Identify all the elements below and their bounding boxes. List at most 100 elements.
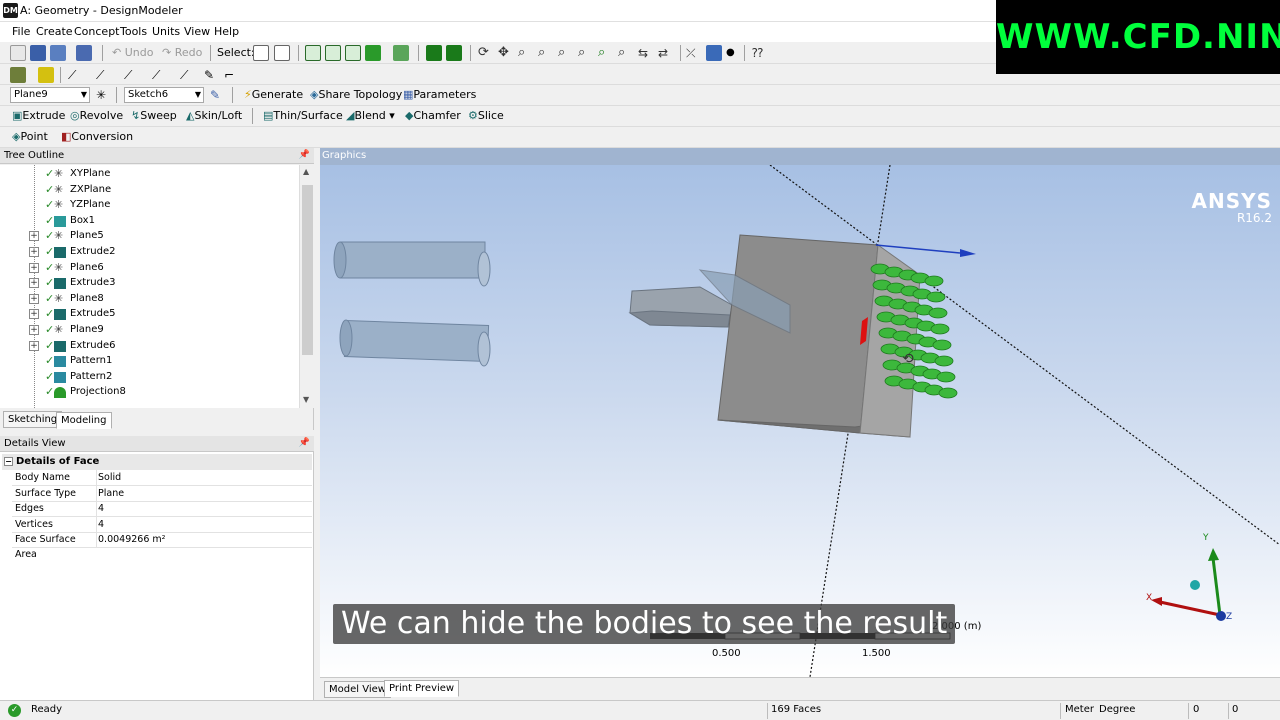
expand-icon[interactable]: +	[29, 262, 39, 273]
details-row[interactable]: Vertices 4	[12, 516, 312, 533]
tree-item[interactable]: ✓ ✳ YZPlane	[0, 198, 300, 213]
select-all-icon[interactable]	[426, 45, 442, 61]
tree-item[interactable]: ✓ Box1	[0, 214, 300, 229]
select-type-icon[interactable]	[274, 45, 290, 61]
box-select-icon[interactable]	[446, 45, 462, 61]
extrude-button[interactable]: ▣Extrude	[12, 109, 65, 122]
details-row[interactable]: Edges 4	[12, 501, 312, 518]
generate-button[interactable]: ⚡Generate	[244, 88, 303, 101]
constraint-tool-icon[interactable]: ⌐	[224, 67, 240, 83]
select-face-icon[interactable]	[345, 45, 361, 61]
tree-item[interactable]: ✓ ✳ XYPlane	[0, 167, 300, 182]
revolve-button[interactable]: ◎Revolve	[70, 109, 123, 122]
graphics-viewport[interactable]: ⟲ ANSYS R16.2 2.000 (m) 0.500 1.500 Y X …	[320, 165, 1280, 677]
display-mode-icon[interactable]	[706, 45, 722, 61]
menu-help[interactable]: Help	[214, 25, 239, 38]
menu-file[interactable]: File	[12, 25, 30, 38]
tree-item[interactable]: + ✓ ✳ Plane9	[0, 323, 300, 338]
slice-button[interactable]: ⚙Slice	[468, 109, 504, 122]
zoom-icon[interactable]: ⌕	[518, 45, 534, 61]
tree-item[interactable]: + ✓ Extrude3	[0, 276, 300, 291]
chamfer-button[interactable]: ◆Chamfer	[405, 109, 461, 122]
spline-tool-icon[interactable]: ⟋	[180, 67, 196, 83]
expand-icon[interactable]: +	[29, 309, 39, 320]
color-icon[interactable]	[10, 67, 26, 83]
new-plane-icon[interactable]: ✳	[96, 87, 112, 103]
zoom-fit-icon[interactable]: ⌕	[558, 45, 574, 61]
pin-icon[interactable]: 📌	[299, 436, 310, 451]
rotate-icon[interactable]: ⟳	[478, 45, 494, 61]
point-button[interactable]: ◈Point	[12, 130, 48, 143]
help-icon[interactable]: ⁇	[752, 45, 768, 61]
menu-concept[interactable]: Concept	[74, 25, 120, 38]
zoom-selection-icon[interactable]: ⌕	[598, 45, 614, 61]
tab-modeling[interactable]: Modeling	[56, 412, 112, 429]
expand-icon[interactable]: +	[29, 340, 39, 351]
dimension-tool-icon[interactable]: ✎	[204, 67, 220, 83]
expand-icon[interactable]: +	[29, 278, 39, 289]
share-topology-button[interactable]: ◈Share Topology	[310, 88, 402, 101]
display-toggle-icon[interactable]	[38, 67, 54, 83]
tree-item[interactable]: ✓ Projection8	[0, 385, 300, 400]
new-icon[interactable]	[10, 45, 26, 61]
menu-tools[interactable]: Tools	[120, 25, 147, 38]
menu-view[interactable]: View	[184, 25, 210, 38]
tree-item[interactable]: ✓ ✳ ZXPlane	[0, 183, 300, 198]
thin-surface-button[interactable]: ▤Thin/Surface	[263, 109, 343, 122]
sketch-dropdown[interactable]: Sketch6 ▼	[124, 87, 204, 103]
zoom-extents-icon[interactable]: ⌕	[578, 45, 594, 61]
details-section[interactable]: − Details of Face	[2, 454, 312, 470]
extend-selection-icon[interactable]	[393, 45, 409, 61]
menu-create[interactable]: Create	[36, 25, 73, 38]
tree-item[interactable]: + ✓ Extrude2	[0, 245, 300, 260]
line-tool-icon[interactable]: ⟋	[68, 67, 84, 83]
expand-icon[interactable]: +	[29, 325, 39, 335]
details-row[interactable]: Face Surface Area 0.0049266 m²	[12, 532, 312, 560]
pan-icon[interactable]: ✥	[498, 45, 514, 61]
parameters-button[interactable]: ▦Parameters	[403, 88, 476, 101]
tree-item[interactable]: + ✓ ✳ Plane8	[0, 292, 300, 307]
pin-icon[interactable]: 📌	[299, 148, 310, 163]
tree-item[interactable]: + ✓ Extrude6	[0, 339, 300, 354]
zoom-box-icon[interactable]: ⌕	[538, 45, 554, 61]
blend-button[interactable]: ◢Blend ▾	[346, 109, 395, 122]
tree-item[interactable]: + ✓ ✳ Plane6	[0, 261, 300, 276]
tree-item[interactable]: + ✓ ✳ Plane5	[0, 229, 300, 244]
tab-model-view[interactable]: Model View	[324, 681, 391, 698]
magnifier-icon[interactable]: ⌕	[618, 45, 634, 61]
select-edge-icon[interactable]	[325, 45, 341, 61]
undo-button[interactable]: ↶ Undo	[112, 46, 153, 59]
tab-sketching[interactable]: Sketching	[3, 411, 63, 428]
details-row[interactable]: Surface Type Plane	[12, 485, 312, 502]
arc-tool-icon[interactable]: ⟋	[152, 67, 168, 83]
redo-button[interactable]: ↷ Redo	[162, 46, 202, 59]
conversion-button[interactable]: ◧Conversion	[61, 130, 133, 143]
curve-tool-icon[interactable]: ⟋	[124, 67, 140, 83]
point-display-icon[interactable]: ●	[726, 45, 742, 61]
tree-item[interactable]: ✓ Pattern2	[0, 370, 300, 385]
fin	[926, 291, 946, 303]
view-previous-icon[interactable]: ⇆	[638, 45, 654, 61]
expand-icon[interactable]: +	[29, 247, 39, 257]
screenshot-icon[interactable]	[76, 45, 92, 61]
tab-print-preview[interactable]: Print Preview	[384, 680, 460, 697]
tree-item[interactable]: ✓ Pattern1	[0, 354, 300, 369]
select-body-icon[interactable]	[365, 45, 381, 61]
plane-dropdown[interactable]: Plane9 ▼	[10, 87, 90, 103]
tree-item[interactable]: + ✓ Extrude5	[0, 307, 300, 322]
select-mode-icon[interactable]	[253, 45, 269, 61]
save-as-icon[interactable]	[50, 45, 66, 61]
view-next-icon[interactable]: ⇄	[658, 45, 674, 61]
sweep-button[interactable]: ↯Sweep	[131, 109, 177, 122]
tree-scrollbar[interactable]: ▲ ▼	[299, 165, 314, 408]
expand-icon[interactable]: +	[29, 231, 39, 242]
axis-triad-icon[interactable]: ⤫	[686, 45, 702, 61]
select-point-icon[interactable]	[305, 45, 321, 61]
new-sketch-icon[interactable]: ✎	[210, 87, 226, 103]
polyline-tool-icon[interactable]: ⟋	[96, 67, 112, 83]
expand-icon[interactable]: +	[29, 293, 39, 304]
menu-units[interactable]: Units	[152, 25, 180, 38]
skin-loft-button[interactable]: ◭Skin/Loft	[186, 109, 242, 122]
details-row[interactable]: Body Name Solid	[12, 470, 312, 486]
save-icon[interactable]	[30, 45, 46, 61]
